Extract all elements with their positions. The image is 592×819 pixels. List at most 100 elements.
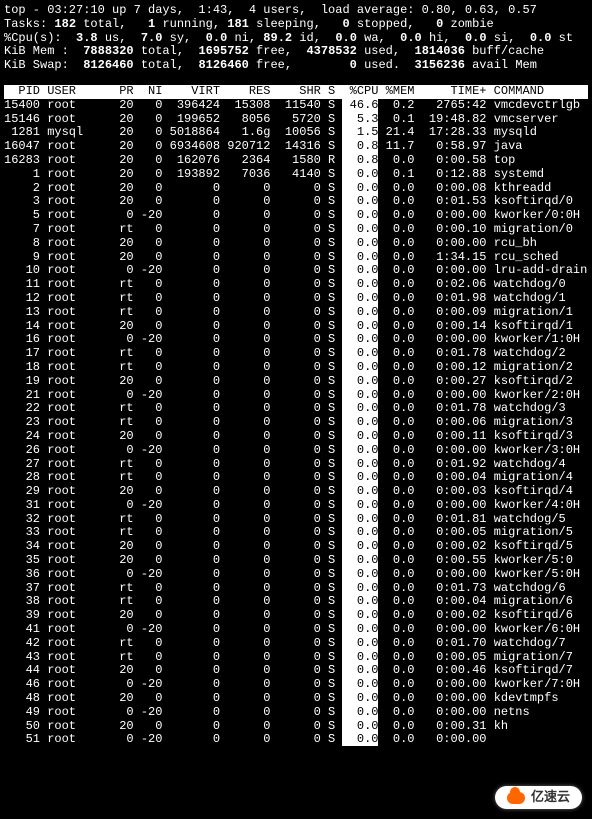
row-right: 0.0 0:00.04 migration/6 [378, 594, 572, 608]
summary-mem: KiB Mem : 7888320 total, 1695752 free, 4… [4, 45, 588, 59]
row-cpu: 1.5 [342, 125, 378, 139]
table-row[interactable]: 9 root 20 0 0 0 0 S 0.0 0.0 1:34.15 rcu_… [4, 251, 588, 265]
row-right: 0.2 2765:42 vmcdevctrlgb [378, 98, 580, 112]
table-row[interactable]: 23 root rt 0 0 0 0 S 0.0 0.0 0:00.06 mig… [4, 416, 588, 430]
table-row[interactable]: 15146 root 20 0 199652 8056 5720 S 5.3 0… [4, 113, 588, 127]
row-left: 29 root 20 0 0 0 0 S [4, 484, 342, 498]
row-right: 0.0 0:00.11 ksoftirqd/3 [378, 429, 572, 443]
row-left: 28 root rt 0 0 0 0 S [4, 470, 342, 484]
row-left: 35 root 20 0 0 0 0 S [4, 553, 342, 567]
table-row[interactable]: 2 root 20 0 0 0 0 S 0.0 0.0 0:00.08 kthr… [4, 182, 588, 196]
table-row[interactable]: 5 root 0 -20 0 0 0 S 0.0 0.0 0:00.00 kwo… [4, 209, 588, 223]
table-row[interactable]: 18 root rt 0 0 0 0 S 0.0 0.0 0:00.12 mig… [4, 361, 588, 375]
table-row[interactable]: 41 root 0 -20 0 0 0 S 0.0 0.0 0:00.00 kw… [4, 623, 588, 637]
row-right: 0.0 0:00.00 netns [378, 705, 529, 719]
row-cpu: 0.0 [342, 457, 378, 471]
table-row[interactable]: 16047 root 20 0 6934608 920712 14316 S 0… [4, 140, 588, 154]
row-left: 26 root 0 -20 0 0 0 S [4, 443, 342, 457]
summary-cpu: %Cpu(s): 3.8 us, 7.0 sy, 0.0 ni, 89.2 id… [4, 32, 588, 46]
top-summary: top - 03:27:10 up 7 days, 1:43, 4 users,… [4, 4, 588, 73]
table-row[interactable]: 12 root rt 0 0 0 0 S 0.0 0.0 0:01.98 wat… [4, 292, 588, 306]
table-row[interactable]: 49 root 0 -20 0 0 0 S 0.0 0.0 0:00.00 ne… [4, 706, 588, 720]
summary-tasks: Tasks: 182 total, 1 running, 181 sleepin… [4, 18, 588, 32]
table-row[interactable]: 44 root 20 0 0 0 0 S 0.0 0.0 0:00.46 kso… [4, 664, 588, 678]
row-right: 0.0 0:00.05 migration/7 [378, 650, 572, 664]
table-row[interactable]: 48 root 20 0 0 0 0 S 0.0 0.0 0:00.00 kde… [4, 692, 588, 706]
table-row[interactable]: 15400 root 20 0 396424 15308 11540 S 46.… [4, 99, 588, 113]
summary-swap: KiB Swap: 8126460 total, 8126460 free, 0… [4, 59, 588, 73]
table-row[interactable]: 34 root 20 0 0 0 0 S 0.0 0.0 0:00.02 kso… [4, 540, 588, 554]
table-row[interactable]: 17 root rt 0 0 0 0 S 0.0 0.0 0:01.78 wat… [4, 347, 588, 361]
table-row[interactable]: 39 root 20 0 0 0 0 S 0.0 0.0 0:00.02 kso… [4, 609, 588, 623]
row-left: 27 root rt 0 0 0 0 S [4, 457, 342, 471]
table-row[interactable]: 51 root 0 -20 0 0 0 S 0.0 0.0 0:00.00 [4, 733, 588, 747]
row-cpu: 0.0 [342, 236, 378, 250]
row-right: 0.0 0:00.12 migration/2 [378, 360, 572, 374]
row-left: 21 root 0 -20 0 0 0 S [4, 388, 342, 402]
row-left: 38 root rt 0 0 0 0 S [4, 594, 342, 608]
row-left: 16 root 0 -20 0 0 0 S [4, 332, 342, 346]
table-row[interactable]: 29 root 20 0 0 0 0 S 0.0 0.0 0:00.03 kso… [4, 485, 588, 499]
row-cpu: 0.0 [342, 250, 378, 264]
row-cpu: 0.0 [342, 401, 378, 415]
table-row[interactable]: 26 root 0 -20 0 0 0 S 0.0 0.0 0:00.00 kw… [4, 444, 588, 458]
row-left: 15146 root 20 0 199652 8056 5720 S [4, 112, 342, 126]
table-row[interactable]: 22 root rt 0 0 0 0 S 0.0 0.0 0:01.78 wat… [4, 402, 588, 416]
table-row[interactable]: 1281 mysql 20 0 5018864 1.6g 10056 S 1.5… [4, 126, 588, 140]
row-right: 0.0 0:00.00 kworker/5:0H [378, 567, 580, 581]
row-left: 22 root rt 0 0 0 0 S [4, 401, 342, 415]
row-left: 46 root 0 -20 0 0 0 S [4, 677, 342, 691]
row-right: 0.1 0:12.88 systemd [378, 167, 544, 181]
table-row[interactable]: 38 root rt 0 0 0 0 S 0.0 0.0 0:00.04 mig… [4, 595, 588, 609]
table-row[interactable]: 46 root 0 -20 0 0 0 S 0.0 0.0 0:00.00 kw… [4, 678, 588, 692]
row-right: 0.0 0:01.81 watchdog/5 [378, 512, 565, 526]
row-cpu: 0.0 [342, 443, 378, 457]
row-cpu: 0.8 [342, 139, 378, 153]
row-right: 0.0 0:01.78 watchdog/3 [378, 401, 565, 415]
table-row[interactable]: 14 root 20 0 0 0 0 S 0.0 0.0 0:00.14 kso… [4, 320, 588, 334]
table-row[interactable]: 7 root rt 0 0 0 0 S 0.0 0.0 0:00.10 migr… [4, 223, 588, 237]
table-row[interactable]: 21 root 0 -20 0 0 0 S 0.0 0.0 0:00.00 kw… [4, 389, 588, 403]
row-right: 0.0 0:00.00 [378, 732, 493, 746]
table-row[interactable]: 35 root 20 0 0 0 0 S 0.0 0.0 0:00.55 kwo… [4, 554, 588, 568]
row-right: 0.0 0:00.08 kthreadd [378, 181, 551, 195]
table-row[interactable]: 8 root 20 0 0 0 0 S 0.0 0.0 0:00.00 rcu_… [4, 237, 588, 251]
table-row[interactable]: 16 root 0 -20 0 0 0 S 0.0 0.0 0:00.00 kw… [4, 333, 588, 347]
table-row[interactable]: 36 root 0 -20 0 0 0 S 0.0 0.0 0:00.00 kw… [4, 568, 588, 582]
row-cpu: 0.0 [342, 277, 378, 291]
table-row[interactable]: 13 root rt 0 0 0 0 S 0.0 0.0 0:00.09 mig… [4, 306, 588, 320]
table-row[interactable]: 50 root 20 0 0 0 0 S 0.0 0.0 0:00.31 kh [4, 720, 588, 734]
row-left: 16047 root 20 0 6934608 920712 14316 S [4, 139, 342, 153]
row-left: 42 root rt 0 0 0 0 S [4, 636, 342, 650]
table-row[interactable]: 1 root 20 0 193892 7036 4140 S 0.0 0.1 0… [4, 168, 588, 182]
table-row[interactable]: 33 root rt 0 0 0 0 S 0.0 0.0 0:00.05 mig… [4, 526, 588, 540]
table-row[interactable]: 31 root 0 -20 0 0 0 S 0.0 0.0 0:00.00 kw… [4, 499, 588, 513]
row-cpu: 0.0 [342, 346, 378, 360]
row-right: 0.0 0:00.00 lru-add-drain [378, 263, 587, 277]
row-right: 0.0 0:00.09 migration/1 [378, 305, 572, 319]
row-cpu: 0.0 [342, 719, 378, 733]
cloud-icon [507, 792, 525, 804]
row-left: 17 root rt 0 0 0 0 S [4, 346, 342, 360]
table-row[interactable]: 24 root 20 0 0 0 0 S 0.0 0.0 0:00.11 kso… [4, 430, 588, 444]
table-row[interactable]: 10 root 0 -20 0 0 0 S 0.0 0.0 0:00.00 lr… [4, 264, 588, 278]
table-row[interactable]: 37 root rt 0 0 0 0 S 0.0 0.0 0:01.73 wat… [4, 582, 588, 596]
row-right: 0.0 0:01.73 watchdog/6 [378, 581, 565, 595]
row-cpu: 0.0 [342, 388, 378, 402]
row-cpu: 0.0 [342, 581, 378, 595]
process-table-header[interactable]: PID USER PR NI VIRT RES SHR S %CPU %MEM … [4, 85, 588, 99]
table-row[interactable]: 43 root rt 0 0 0 0 S 0.0 0.0 0:00.05 mig… [4, 651, 588, 665]
table-row[interactable]: 32 root rt 0 0 0 0 S 0.0 0.0 0:01.81 wat… [4, 513, 588, 527]
table-row[interactable]: 42 root rt 0 0 0 0 S 0.0 0.0 0:01.70 wat… [4, 637, 588, 651]
row-right: 0.0 0:01.98 watchdog/1 [378, 291, 565, 305]
row-left: 11 root rt 0 0 0 0 S [4, 277, 342, 291]
table-row[interactable]: 11 root rt 0 0 0 0 S 0.0 0.0 0:02.06 wat… [4, 278, 588, 292]
row-left: 14 root 20 0 0 0 0 S [4, 319, 342, 333]
table-row[interactable]: 28 root rt 0 0 0 0 S 0.0 0.0 0:00.04 mig… [4, 471, 588, 485]
table-row[interactable]: 3 root 20 0 0 0 0 S 0.0 0.0 0:01.53 ksof… [4, 195, 588, 209]
row-cpu: 0.0 [342, 263, 378, 277]
table-row[interactable]: 16283 root 20 0 162076 2364 1580 R 0.8 0… [4, 154, 588, 168]
row-right: 0.0 0:00.31 kh [378, 719, 508, 733]
table-row[interactable]: 19 root 20 0 0 0 0 S 0.0 0.0 0:00.27 kso… [4, 375, 588, 389]
table-row[interactable]: 27 root rt 0 0 0 0 S 0.0 0.0 0:01.92 wat… [4, 458, 588, 472]
